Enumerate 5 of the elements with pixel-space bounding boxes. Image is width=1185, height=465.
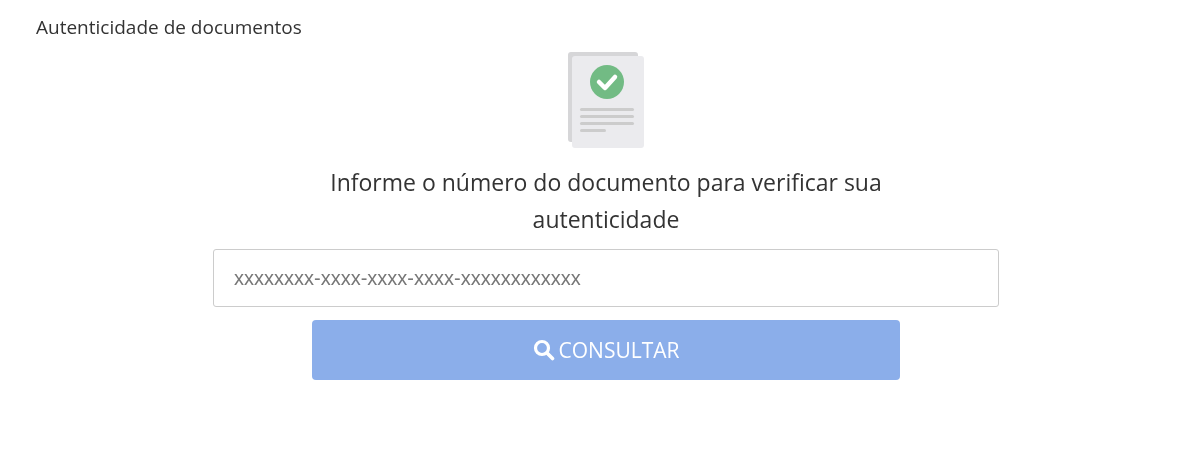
search-icon	[532, 339, 555, 361]
page-title: Autenticidade de documentos	[36, 14, 302, 40]
instruction-heading: Informe o número do documento para verificar sua autenticidade	[329, 165, 883, 237]
verified-document-icon	[568, 52, 644, 148]
document-number-field[interactable]: xxxxxxxx-xxxx-xxxx-xxxx-xxxxxxxxxxxx	[213, 249, 999, 307]
